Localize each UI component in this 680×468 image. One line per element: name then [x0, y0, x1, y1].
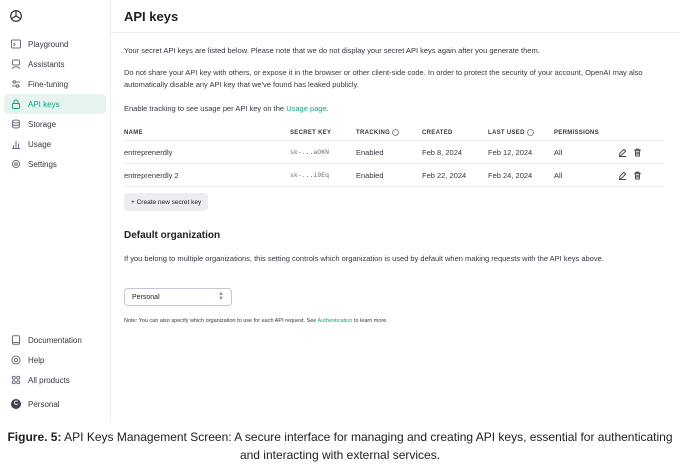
figure-caption-text: API Keys Management Screen: A secure int… [61, 430, 673, 462]
tracking-prefix: Enable tracking to see usage per API key… [124, 104, 287, 113]
sliders-icon [10, 78, 22, 90]
column-header-created: CREATED [422, 130, 453, 136]
account-label: Personal [28, 399, 60, 409]
sidebar-item-label: Fine-tuning [28, 79, 69, 89]
info-icon[interactable] [526, 129, 534, 137]
key-last-used: Feb 24, 2024 [488, 170, 533, 180]
database-icon [10, 118, 22, 130]
table-row: entreprenerdly 2 sk-...i9Eq Enabled Feb … [124, 163, 664, 187]
tracking-header-label: TRACKING [356, 130, 391, 137]
key-permissions: All [554, 147, 563, 157]
sidebar-item-label: Storage [28, 119, 57, 129]
tracking-text: Enable tracking to see usage per API key… [124, 103, 654, 115]
avatar: C [10, 398, 22, 410]
account-switcher[interactable]: C Personal [4, 394, 106, 414]
lock-icon [10, 98, 22, 110]
column-header-permissions: PERMISSIONS [554, 130, 599, 136]
page-header: API keys [111, 0, 680, 33]
avatar-letter: C [11, 399, 21, 409]
key-name: entreprenerdly 2 [124, 170, 179, 180]
note-prefix: Note: You can also specify which organiz… [124, 318, 318, 324]
organization-select[interactable]: Personal ▲ ▼ [124, 288, 232, 306]
tracking-suffix: . [326, 104, 329, 113]
column-header-tracking: TRACKING [356, 129, 422, 137]
sidebar-item-playground[interactable]: Playground [4, 34, 106, 54]
default-org-title: Default organization [124, 230, 221, 241]
last-used-header-label: LAST USED [488, 130, 525, 137]
figure-caption: Figure. 5: API Keys Management Screen: A… [0, 428, 680, 464]
note-suffix: to learn more. [352, 318, 388, 324]
trash-icon[interactable] [633, 171, 642, 180]
key-last-used: Feb 12, 2024 [488, 147, 533, 157]
edit-icon[interactable] [618, 148, 627, 157]
sidebar-item-fine-tuning[interactable]: Fine-tuning [4, 74, 106, 94]
sidebar: Playground Assistants Fine-tuning API ke… [0, 0, 111, 421]
authentication-link[interactable]: Authentication [318, 318, 353, 324]
chevron-up-down-icon: ▲ ▼ [218, 291, 224, 302]
sidebar-bottom: Documentation Help All products C Person… [4, 330, 106, 414]
intro-text: Your secret API keys are listed below. P… [124, 46, 540, 55]
sidebar-item-settings[interactable]: Settings [4, 154, 106, 174]
page-title: API keys [124, 9, 179, 24]
row-actions [618, 171, 648, 180]
trash-icon[interactable] [633, 148, 642, 157]
sidebar-item-label: API keys [28, 99, 60, 109]
key-created: Feb 22, 2024 [422, 170, 467, 180]
robot-icon [10, 58, 22, 70]
column-header-secret-key: SECRET KEY [290, 130, 332, 136]
document-icon [10, 334, 22, 346]
key-permissions: All [554, 170, 563, 180]
key-tracking: Enabled [356, 147, 384, 157]
terminal-icon [10, 38, 22, 50]
sidebar-item-usage[interactable]: Usage [4, 134, 106, 154]
sidebar-item-all-products[interactable]: All products [4, 370, 106, 390]
sidebar-item-label: Settings [28, 159, 57, 169]
info-icon[interactable] [392, 129, 400, 137]
grid-icon [10, 374, 22, 386]
table-row: entreprenerdly sk-...aOKN Enabled Feb 8,… [124, 140, 664, 163]
key-name: entreprenerdly [124, 147, 173, 157]
sidebar-item-label: Help [28, 355, 45, 365]
default-org-description: If you belong to multiple organizations,… [124, 254, 604, 263]
organization-selected-value: Personal [132, 293, 160, 301]
key-created: Feb 8, 2024 [422, 147, 463, 157]
key-secret: sk-...aOKN [290, 148, 330, 156]
sidebar-item-label: Playground [28, 39, 69, 49]
openai-logo-icon[interactable] [8, 8, 24, 24]
sidebar-item-documentation[interactable]: Documentation [4, 330, 106, 350]
column-header-name: NAME [124, 130, 143, 136]
api-keys-table: NAME SECRET KEY TRACKING CREATED LAST US… [124, 126, 664, 187]
help-icon [10, 354, 22, 366]
gear-icon [10, 158, 22, 170]
bar-chart-icon [10, 138, 22, 150]
warning-text: Do not share your API key with others, o… [124, 68, 643, 89]
sidebar-item-storage[interactable]: Storage [4, 114, 106, 134]
edit-icon[interactable] [618, 171, 627, 180]
row-actions [618, 148, 648, 157]
sidebar-item-help[interactable]: Help [4, 350, 106, 370]
sidebar-item-label: Usage [28, 139, 52, 149]
sidebar-item-label: Assistants [28, 59, 65, 69]
figure-label: Figure. 5: [7, 430, 62, 444]
create-secret-key-button[interactable]: + Create new secret key [124, 193, 209, 211]
key-tracking: Enabled [356, 170, 384, 180]
sidebar-item-assistants[interactable]: Assistants [4, 54, 106, 74]
table-header: NAME SECRET KEY TRACKING CREATED LAST US… [124, 126, 664, 140]
sidebar-item-api-keys[interactable]: API keys [4, 94, 106, 114]
key-secret: sk-...i9Eq [290, 171, 330, 179]
app-window: Playground Assistants Fine-tuning API ke… [0, 0, 680, 421]
sidebar-nav: Playground Assistants Fine-tuning API ke… [4, 34, 106, 174]
column-header-last-used: LAST USED [488, 129, 554, 137]
sidebar-item-label: Documentation [28, 335, 82, 345]
org-note: Note: You can also specify which organiz… [124, 318, 388, 324]
usage-page-link[interactable]: Usage page [286, 104, 326, 113]
sidebar-item-label: All products [28, 375, 70, 385]
main-content: API keys Your secret API keys are listed… [111, 0, 680, 421]
